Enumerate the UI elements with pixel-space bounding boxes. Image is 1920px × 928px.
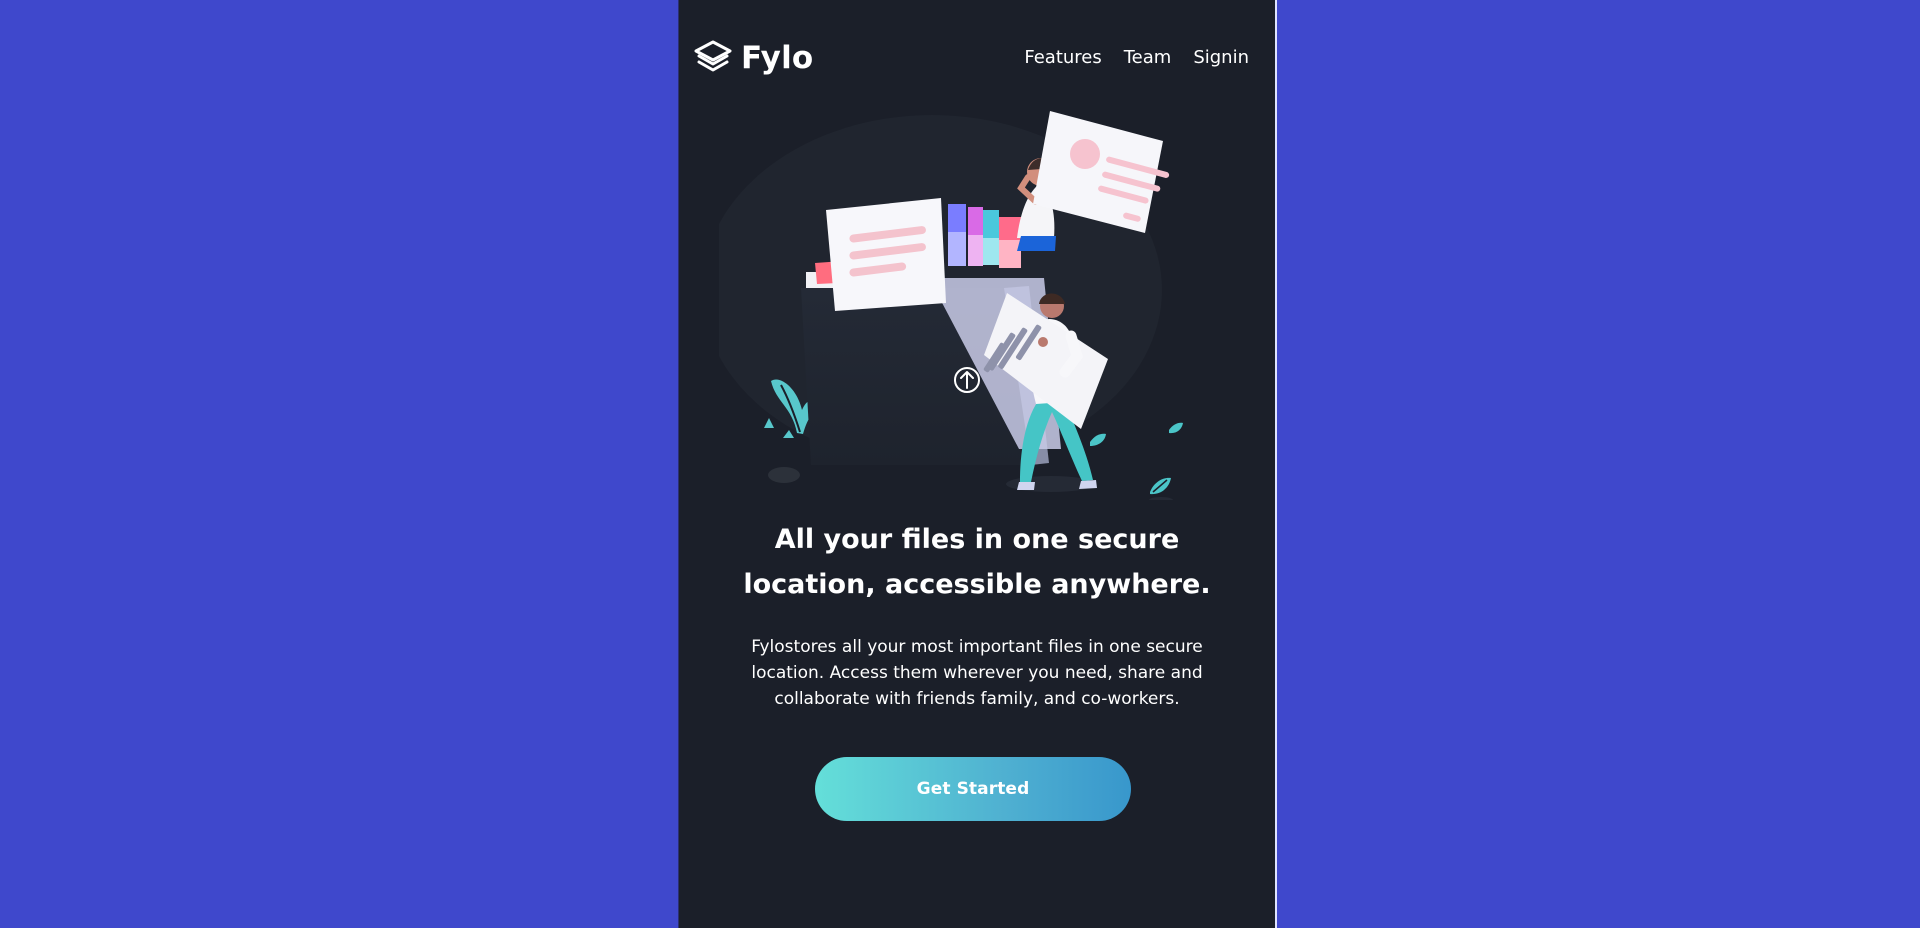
main-navigation: Features Team Signin: [1024, 47, 1249, 69]
description-line-1: Fylostores all your most important files…: [751, 637, 1203, 657]
nav-link-features[interactable]: Features: [1024, 47, 1101, 69]
landing-page: Fylo Features Team Signin All your files…: [679, 0, 1275, 928]
get-started-button[interactable]: Get Started: [815, 757, 1131, 821]
brand-name: Fylo: [741, 39, 814, 76]
right-leaves: [1090, 422, 1183, 500]
nav-link-signin[interactable]: Signin: [1193, 47, 1249, 69]
description-line-2: location. Access them wherever you need,…: [751, 663, 1203, 683]
layers-icon: [694, 40, 732, 72]
headline-line-2: location, accessible anywhere.: [743, 569, 1211, 600]
right-edge-line: [1275, 0, 1277, 928]
left-rock: [768, 467, 800, 483]
site-header: Fylo Features Team Signin: [693, 30, 1249, 84]
description-line-3: collaborate with friends family, and co-…: [774, 689, 1180, 709]
hero-illustration: [719, 111, 1183, 500]
hero-headline: All your files in one secure location, a…: [719, 517, 1235, 607]
brand-logo[interactable]: Fylo: [693, 38, 813, 78]
nav-link-team[interactable]: Team: [1124, 47, 1172, 69]
hero-description: Fylostores all your most important files…: [751, 634, 1203, 712]
headline-line-1: All your files in one secure: [774, 524, 1180, 555]
